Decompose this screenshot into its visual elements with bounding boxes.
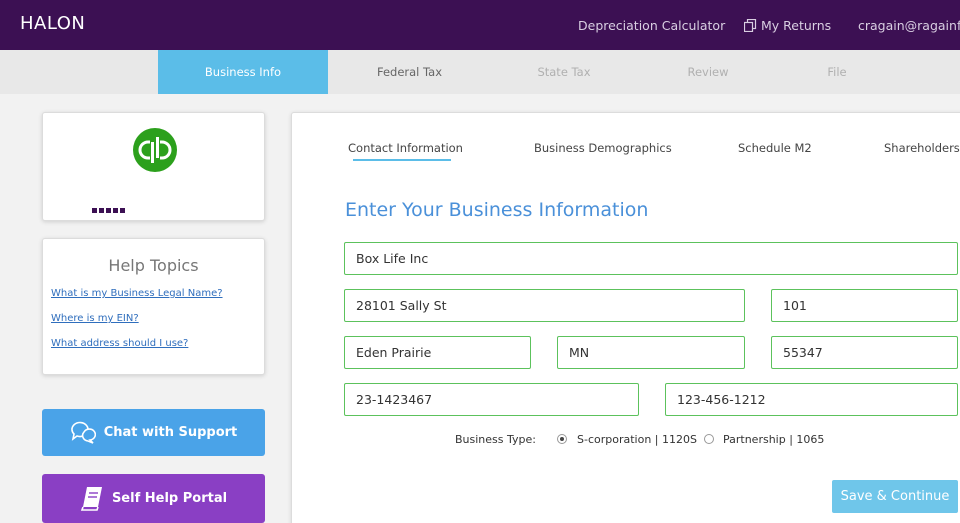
quickbooks-card <box>42 112 265 221</box>
subtab-business-demographics[interactable]: Business Demographics <box>534 141 672 155</box>
top-navbar: HALON Depreciation Calculator My Returns… <box>0 0 960 50</box>
step-tabs: Business Info Federal Tax State Tax Revi… <box>0 50 960 94</box>
save-and-continue-button[interactable]: Save & Continue <box>832 480 958 513</box>
status-dot <box>106 208 111 213</box>
brand-logo[interactable]: HALON <box>20 13 85 34</box>
partnership-label[interactable]: Partnership | 1065 <box>723 433 824 446</box>
nav-my-returns-label: My Returns <box>761 18 832 33</box>
active-subtab-indicator <box>353 159 451 161</box>
help-link-ein[interactable]: Where is my EIN? <box>51 313 139 324</box>
s-corporation-label[interactable]: S-corporation | 1120S <box>577 433 697 446</box>
step-file[interactable]: File <box>779 50 895 94</box>
status-dot <box>120 208 125 213</box>
status-dot <box>92 208 97 213</box>
status-dot <box>99 208 104 213</box>
s-corporation-radio[interactable] <box>557 434 567 444</box>
business-name-input[interactable] <box>344 242 958 275</box>
state-input[interactable] <box>557 336 745 369</box>
ein-input[interactable] <box>344 383 639 416</box>
help-topics-card: Help Topics What is my Business Legal Na… <box>42 238 265 375</box>
phone-input[interactable] <box>665 383 958 416</box>
step-business-info[interactable]: Business Info <box>158 50 328 94</box>
business-type-label: Business Type: <box>455 433 536 446</box>
help-topics-title: Help Topics <box>108 256 199 275</box>
suite-input[interactable] <box>771 289 958 322</box>
nav-my-returns[interactable]: My Returns <box>744 18 831 33</box>
zip-input[interactable] <box>771 336 958 369</box>
book-icon <box>80 486 104 512</box>
subtab-schedule-m2[interactable]: Schedule M2 <box>738 141 812 155</box>
chat-icon <box>70 421 96 445</box>
form-title: Enter Your Business Information <box>345 199 649 221</box>
nav-depreciation-calculator[interactable]: Depreciation Calculator <box>578 18 725 33</box>
nav-user-account[interactable]: cragain@ragainfi <box>858 18 960 33</box>
connection-status-dots <box>92 198 127 217</box>
subtab-shareholders[interactable]: Shareholders <box>884 141 960 155</box>
street-address-input[interactable] <box>344 289 745 322</box>
chat-with-support-label: Chat with Support <box>103 425 238 440</box>
subtab-contact-information[interactable]: Contact Information <box>348 141 463 155</box>
step-review[interactable]: Review <box>637 50 779 94</box>
partnership-radio[interactable] <box>704 434 714 444</box>
status-dot <box>113 208 118 213</box>
step-state-tax[interactable]: State Tax <box>491 50 637 94</box>
chat-with-support-button[interactable]: Chat with Support <box>42 409 265 456</box>
quickbooks-logo-icon <box>133 128 177 172</box>
help-link-legal-name[interactable]: What is my Business Legal Name? <box>51 288 223 299</box>
copy-icon <box>744 19 757 32</box>
self-help-portal-label: Self Help Portal <box>111 491 228 506</box>
help-link-address[interactable]: What address should I use? <box>51 338 188 349</box>
city-input[interactable] <box>344 336 531 369</box>
step-federal-tax[interactable]: Federal Tax <box>328 50 491 94</box>
self-help-portal-button[interactable]: Self Help Portal <box>42 474 265 523</box>
